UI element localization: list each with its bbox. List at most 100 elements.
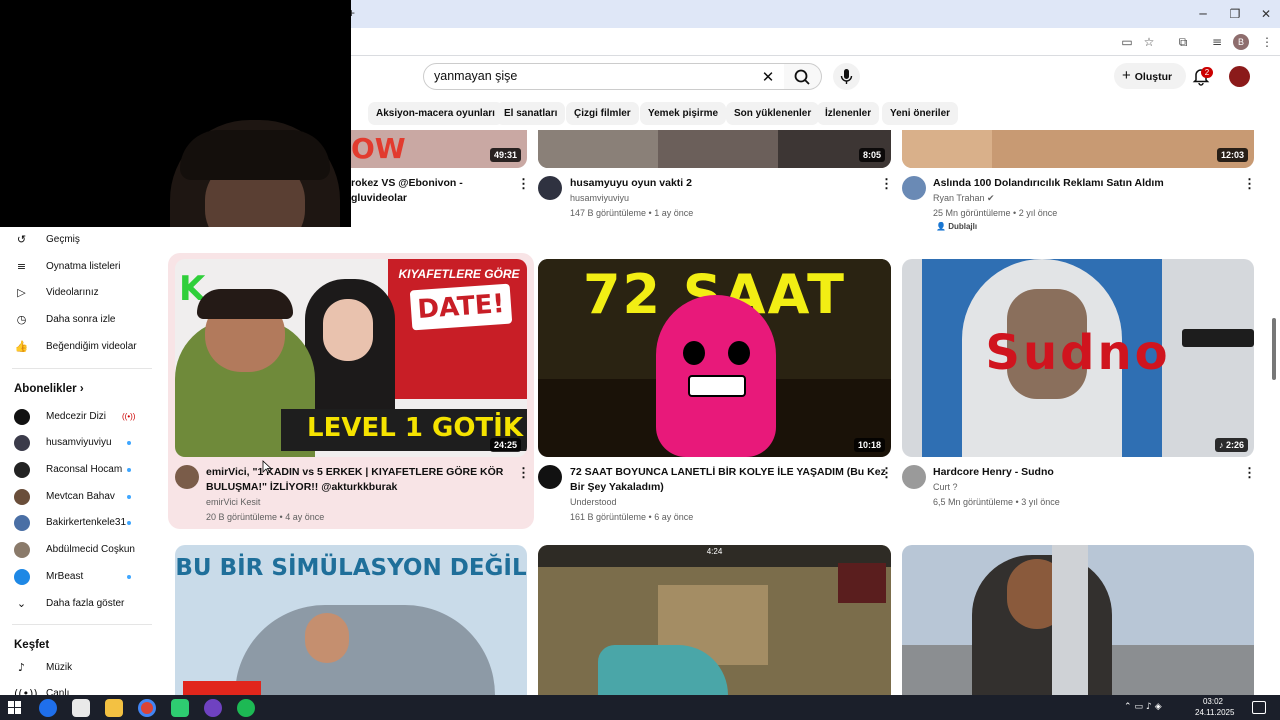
more-options-icon[interactable]: ⋮ bbox=[517, 466, 530, 480]
video-thumbnail[interactable]: K KIYAFETLERE GÖRE DATE! LEVEL 1 GOTİK 2… bbox=[175, 259, 527, 457]
channel-name[interactable]: Ryan Trahan ✔ bbox=[933, 191, 995, 205]
chip-cartoons[interactable]: Çizgi filmler bbox=[566, 102, 639, 125]
chip-watched[interactable]: İzlenenler bbox=[817, 102, 880, 125]
thumbnail-image bbox=[183, 681, 261, 695]
windows-logo-icon bbox=[8, 701, 21, 714]
app-icon[interactable] bbox=[171, 699, 189, 717]
close-window-icon[interactable]: ✕ bbox=[1249, 0, 1280, 28]
sidebar-item-label: Abdülmecid Coşkun bbox=[46, 544, 135, 555]
notification-center-icon[interactable] bbox=[1252, 701, 1266, 714]
thumbnail-text: OW bbox=[351, 132, 406, 165]
plus-icon: + bbox=[1122, 67, 1131, 84]
sidebar-sub-raconsal-hocam[interactable]: Raconsal Hocam bbox=[0, 457, 160, 483]
chip-recent[interactable]: Son yüklenenler bbox=[726, 102, 820, 125]
channel-avatar[interactable] bbox=[175, 465, 199, 489]
video-thumbnail[interactable]: Sudno ♪ 2:26 bbox=[902, 259, 1254, 457]
sidebar-item-history[interactable]: ↺ Geçmiş bbox=[0, 227, 160, 253]
sidebar-sub-mrbeast[interactable]: MrBeast bbox=[0, 564, 160, 590]
clear-search-icon[interactable]: ✕ bbox=[757, 66, 779, 88]
sidebar-item-label: Müzik bbox=[46, 662, 73, 673]
video-meta: 25 Mn görüntüleme • 2 yıl önce bbox=[933, 208, 1058, 218]
sidebar-item-music[interactable]: ♪ Müzik bbox=[0, 655, 160, 681]
extensions-icon[interactable]: ⧉ bbox=[1174, 34, 1192, 50]
chip-action-adventure[interactable]: Aksiyon-macera oyunları bbox=[368, 102, 503, 125]
spotify-icon[interactable] bbox=[237, 699, 255, 717]
video-thumbnail[interactable]: 8:05 bbox=[538, 130, 891, 168]
more-options-icon[interactable]: ⋮ bbox=[1243, 177, 1256, 191]
video-title[interactable]: Hardcore Henry - Sudno bbox=[933, 465, 1233, 480]
video-title[interactable]: emirVici, "1 KADIN vs 5 ERKEK | KIYAFETL… bbox=[206, 465, 506, 495]
chip-cooking[interactable]: Yemek pişirme bbox=[640, 102, 727, 125]
thumbnail-image bbox=[683, 341, 705, 365]
chrome-icon[interactable] bbox=[138, 699, 156, 717]
channel-name[interactable]: Understood bbox=[570, 495, 617, 509]
dubbed-badge: 👤 Dublajlı bbox=[936, 220, 977, 234]
history-icon: ↺ bbox=[16, 233, 27, 246]
voice-search-button[interactable] bbox=[833, 63, 860, 90]
file-explorer-icon[interactable] bbox=[105, 699, 123, 717]
sidebar-sub-mevtcan-bahav[interactable]: Mevtcan Bahav bbox=[0, 484, 160, 510]
sidebar-item-watch-later[interactable]: ◷ Daha sonra izle bbox=[0, 307, 160, 333]
sidebar-item-playlists[interactable]: ≡ Oynatma listeleri bbox=[0, 254, 160, 280]
bookmark-star-icon[interactable]: ☆ bbox=[1140, 34, 1158, 50]
page-scrollbar-track[interactable] bbox=[1271, 95, 1277, 695]
video-thumbnail[interactable]: 4:24 bbox=[538, 545, 891, 695]
subscriptions-heading[interactable]: Abonelikler › bbox=[14, 383, 84, 395]
sidebar-item-your-videos[interactable]: ▷ Videolarınız bbox=[0, 280, 160, 306]
channel-name[interactable]: Curt ? bbox=[933, 480, 958, 494]
video-title[interactable]: rokez VS @Ebonivon - gluvideolar bbox=[351, 176, 511, 206]
sidebar-item-label: Raconsal Hocam bbox=[46, 464, 123, 475]
sidebar-sub-abdulmecid-coskun[interactable]: Abdülmecid Coşkun bbox=[0, 537, 160, 563]
thumbnail-image bbox=[197, 289, 293, 319]
page-scrollbar-thumb[interactable] bbox=[1272, 318, 1276, 380]
channel-avatar[interactable] bbox=[538, 176, 562, 200]
video-title-line: 72 SAAT BOYUNCA LANETLİ BİR KOLYE İLE YA… bbox=[570, 466, 886, 478]
clock-icon: ◷ bbox=[16, 313, 27, 326]
browser-menu-icon[interactable]: ⋮ bbox=[1258, 34, 1276, 50]
video-title[interactable]: husamyuyu oyun vakti 2 bbox=[570, 176, 870, 191]
video-title[interactable]: 72 SAAT BOYUNCA LANETLİ BİR KOLYE İLE YA… bbox=[570, 465, 886, 495]
store-icon[interactable] bbox=[72, 699, 90, 717]
more-options-icon[interactable]: ⋮ bbox=[1243, 466, 1256, 480]
restore-icon[interactable]: ❐ bbox=[1218, 0, 1252, 28]
video-title-line: BULUŞMA!" İZLİYOR!! @akturkkburak bbox=[206, 481, 398, 493]
cast-icon[interactable]: ▭ bbox=[1118, 34, 1136, 50]
sidebar-show-more[interactable]: ⌄ Daha fazla göster bbox=[0, 591, 160, 617]
channel-avatar[interactable] bbox=[902, 465, 926, 489]
minimize-icon[interactable]: ─ bbox=[1186, 0, 1220, 28]
browser-profile-avatar[interactable]: B bbox=[1233, 34, 1249, 50]
sidebar-sub-bakirkertenkele31[interactable]: Bakirkertenkele31 bbox=[0, 510, 160, 536]
edge-icon[interactable] bbox=[39, 699, 57, 717]
video-title-line: emirVici, "1 KADIN vs 5 ERKEK | KIYAFETL… bbox=[206, 466, 504, 478]
sidebar-sub-medcezir-dizi[interactable]: Medcezir Dizi ((•)) bbox=[0, 404, 160, 430]
video-thumbnail[interactable]: 12:03 bbox=[902, 130, 1254, 168]
account-avatar[interactable] bbox=[1229, 66, 1250, 87]
channel-avatar[interactable] bbox=[902, 176, 926, 200]
more-options-icon[interactable]: ⋮ bbox=[880, 177, 893, 191]
mouse-cursor-icon bbox=[262, 460, 272, 474]
search-input[interactable]: yanmayan şişe bbox=[423, 63, 785, 90]
video-thumbnail[interactable]: OW 49:31 bbox=[351, 130, 527, 168]
system-tray-icons[interactable]: ⌃▭♪◈ bbox=[1124, 702, 1184, 714]
video-thumbnail[interactable] bbox=[902, 545, 1254, 695]
video-thumbnail[interactable]: 72 SAAT 10:18 bbox=[538, 259, 891, 457]
taskbar-clock[interactable]: 03:02 24.11.2025 bbox=[1195, 696, 1234, 718]
sidebar-sub-husamviyuviyu[interactable]: husamviyuviyu bbox=[0, 430, 160, 456]
explore-heading: Keşfet bbox=[14, 639, 50, 651]
search-button[interactable] bbox=[784, 63, 822, 90]
obs-icon[interactable] bbox=[204, 699, 222, 717]
sidebar-item-live[interactable]: ((•)) Canlı bbox=[0, 681, 160, 695]
more-options-icon[interactable]: ⋮ bbox=[517, 177, 530, 191]
channel-avatar[interactable] bbox=[538, 465, 562, 489]
more-options-icon[interactable]: ⋮ bbox=[880, 466, 893, 480]
create-button[interactable]: + Oluştur bbox=[1114, 63, 1186, 89]
video-thumbnail[interactable]: BU BİR SİMÜLASYON DEĞİL bbox=[175, 545, 527, 695]
chip-crafts[interactable]: El sanatları bbox=[496, 102, 566, 125]
channel-name[interactable]: husamviyuviyu bbox=[570, 191, 629, 205]
sidebar-item-liked-videos[interactable]: 👍 Beğendiğim videolar bbox=[0, 334, 160, 360]
video-title[interactable]: Aslında 100 Dolandırıcılık Reklamı Satın… bbox=[933, 176, 1233, 191]
chip-new-suggestions[interactable]: Yeni öneriler bbox=[882, 102, 959, 125]
media-control-icon[interactable]: ≡ bbox=[1208, 34, 1226, 50]
channel-name[interactable]: emirVici Kesit bbox=[206, 495, 260, 509]
windows-start-icon[interactable] bbox=[8, 701, 21, 714]
